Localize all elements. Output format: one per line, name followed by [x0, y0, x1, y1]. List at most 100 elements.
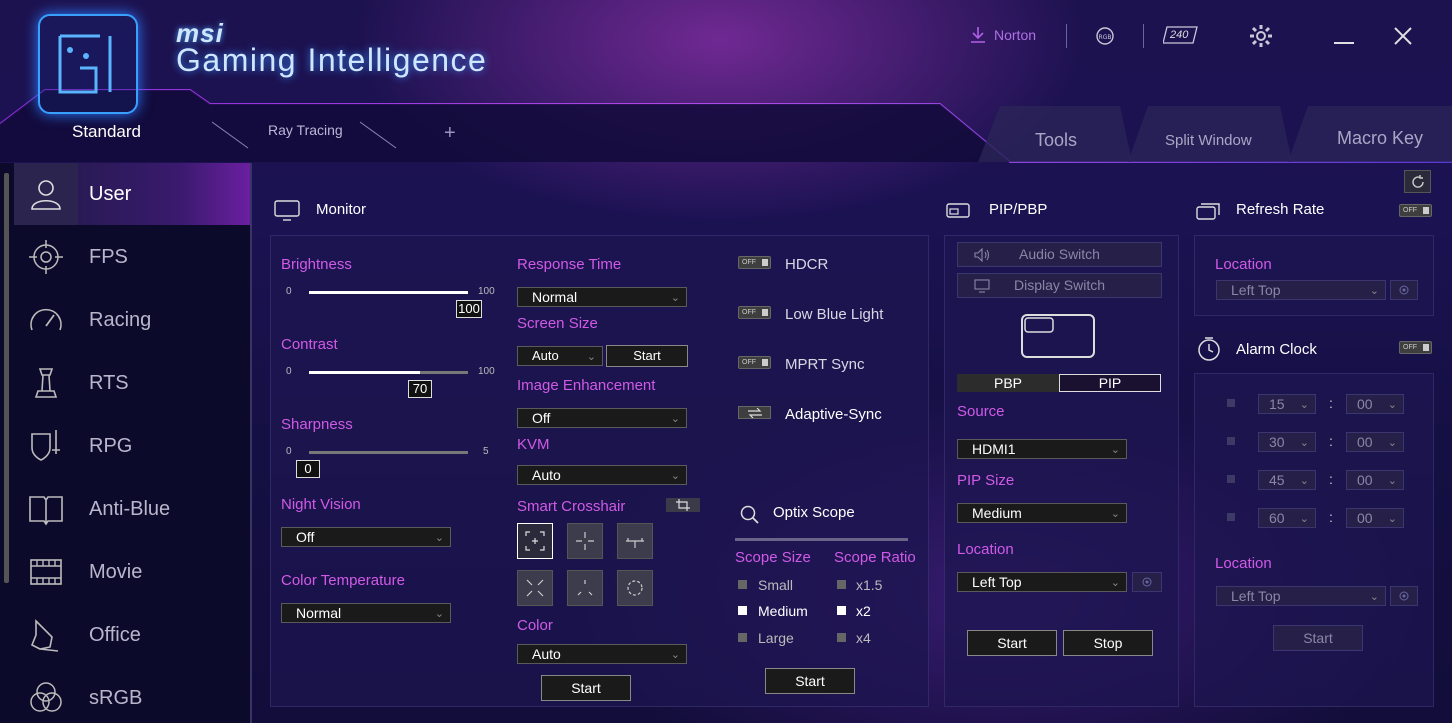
contrast-slider[interactable] [309, 371, 468, 374]
sidebar-item-fps[interactable]: FPS [14, 226, 250, 288]
color-select[interactable]: Auto ⌄ [517, 644, 687, 664]
sidebar-item-movie[interactable]: Movie [14, 541, 250, 603]
screen-size-start-button[interactable]: Start [606, 345, 688, 367]
sidebar-item-office[interactable]: Office [14, 604, 250, 666]
alarm-1-seconds[interactable]: 00 ⌄ [1346, 394, 1404, 414]
refresh-rate-toggle[interactable]: OFF [1399, 204, 1432, 217]
scope-size-small-label: Small [758, 577, 794, 593]
night-vision-select[interactable]: Off ⌄ [281, 527, 451, 547]
scope-size-medium-radio[interactable] [738, 606, 747, 615]
sidebar-item-rpg[interactable]: RPG [14, 415, 250, 477]
low-blue-light-toggle[interactable]: OFF [738, 306, 771, 319]
close-button[interactable] [1393, 26, 1413, 51]
refresh-location-select[interactable]: Left Top ⌄ [1216, 280, 1386, 300]
crosshair-option-3[interactable] [617, 523, 653, 559]
rgb-button[interactable]: RGB [1095, 26, 1115, 51]
divider [1066, 24, 1067, 48]
alarm-3-checkbox[interactable] [1227, 475, 1235, 483]
alarm-2-seconds[interactable]: 00 ⌄ [1346, 432, 1404, 452]
mprt-sync-toggle[interactable]: OFF [738, 356, 771, 369]
refresh-rate-title: Refresh Rate [1236, 201, 1325, 218]
settings-button[interactable] [1249, 24, 1273, 53]
image-enhancement-select[interactable]: Off ⌄ [517, 408, 687, 428]
add-tab-button[interactable]: + [444, 122, 456, 145]
crosshair-option-6[interactable] [617, 570, 653, 606]
crosshair-option-2[interactable] [567, 523, 603, 559]
sidebar-item-anti-blue[interactable]: Anti-Blue [14, 478, 250, 540]
alarm-clock-icon [1197, 336, 1221, 367]
adaptive-sync-toggle[interactable] [738, 406, 771, 419]
contrast-label: Contrast [281, 336, 338, 353]
alarm-4-minutes[interactable]: 60 ⌄ [1258, 508, 1316, 528]
tab-tools[interactable]: Tools [1035, 130, 1077, 151]
smart-crosshair-toggle[interactable] [666, 498, 700, 512]
alarm-location-target-button[interactable] [1390, 586, 1418, 606]
screen-size-select[interactable]: Auto ⌄ [517, 346, 603, 366]
alarm-3-seconds[interactable]: 00 ⌄ [1346, 470, 1404, 490]
source-select[interactable]: HDMI1 ⌄ [957, 439, 1127, 459]
kvm-select[interactable]: Auto ⌄ [517, 465, 687, 485]
minimize-button[interactable] [1334, 42, 1354, 44]
norton-button[interactable]: Norton [968, 25, 1036, 45]
tab-split-window[interactable]: Split Window [1165, 132, 1252, 149]
pip-button[interactable]: PIP [1059, 374, 1161, 392]
alarm-start-button[interactable]: Start [1273, 625, 1363, 651]
refresh-240hz-button[interactable]: 240 [1162, 25, 1203, 47]
smart-crosshair-label: Smart Crosshair [517, 498, 626, 515]
screen-size-label: Screen Size [517, 315, 598, 332]
hdcr-toggle[interactable]: OFF [738, 256, 771, 269]
crosshair-option-1[interactable] [517, 523, 553, 559]
scope-ratio-x1-5-radio[interactable] [837, 580, 846, 589]
tab-standard[interactable]: Standard [72, 122, 141, 142]
sharpness-slider[interactable] [309, 451, 468, 454]
scope-size-large-radio[interactable] [738, 633, 747, 642]
reset-button[interactable] [1404, 170, 1431, 193]
optix-start-button[interactable]: Start [765, 668, 855, 694]
sidebar-scrollbar[interactable] [4, 173, 9, 583]
contrast-value[interactable]: 70 [408, 380, 432, 398]
alarm-1-checkbox[interactable] [1227, 399, 1235, 407]
night-vision-value: Off [296, 529, 315, 545]
refresh-location-target-button[interactable] [1390, 280, 1418, 300]
brightness-slider[interactable] [309, 291, 468, 294]
sidebar-item-user[interactable]: User [14, 163, 250, 225]
pip-start-button[interactable]: Start [967, 630, 1057, 656]
pip-size-select[interactable]: Medium ⌄ [957, 503, 1127, 523]
display-switch-button[interactable]: Display Switch [957, 273, 1162, 298]
tab-ray-tracing[interactable]: Ray Tracing [268, 122, 343, 138]
alarm-4-seconds[interactable]: 00 ⌄ [1346, 508, 1404, 528]
sidebar-item-rts[interactable]: RTS [14, 352, 250, 414]
pip-stop-button[interactable]: Stop [1063, 630, 1153, 656]
alarm-2-checkbox[interactable] [1227, 437, 1235, 445]
refresh-rate-panel [1194, 235, 1434, 316]
crosshair-option-4[interactable] [517, 570, 553, 606]
sharpness-value[interactable]: 0 [296, 460, 320, 478]
pbp-button[interactable]: PBP [957, 374, 1059, 392]
sidebar-item-label: RPG [89, 434, 133, 457]
alarm-2-minutes[interactable]: 30 ⌄ [1258, 432, 1316, 452]
alarm-clock-toggle[interactable]: OFF [1399, 341, 1432, 354]
scope-size-small-radio[interactable] [738, 580, 747, 589]
color-start-button[interactable]: Start [541, 675, 631, 701]
audio-switch-button[interactable]: Audio Switch [957, 242, 1162, 267]
alarm-3-minutes[interactable]: 45 ⌄ [1258, 470, 1316, 490]
pip-location-target-button[interactable] [1132, 572, 1162, 592]
display-switch-label: Display Switch [1013, 277, 1106, 293]
scope-ratio-x4-radio[interactable] [837, 633, 846, 642]
scope-ratio-x2-radio[interactable] [837, 606, 846, 615]
alarm-1-minutes[interactable]: 15 ⌄ [1258, 394, 1316, 414]
scope-ratio-x1-5-label: x1.5 [856, 577, 883, 593]
brightness-value[interactable]: 100 [456, 300, 482, 318]
alarm-location-select[interactable]: Left Top ⌄ [1216, 586, 1386, 606]
adaptive-sync-label: Adaptive-Sync [785, 406, 882, 423]
toggle-knob [762, 359, 768, 366]
pip-location-select[interactable]: Left Top ⌄ [957, 572, 1127, 592]
magnifier-icon [740, 505, 760, 530]
color-temperature-select[interactable]: Normal ⌄ [281, 603, 451, 623]
tab-macro-key[interactable]: Macro Key [1337, 128, 1423, 149]
alarm-4-checkbox[interactable] [1227, 513, 1235, 521]
response-time-select[interactable]: Normal ⌄ [517, 287, 687, 307]
sidebar-item-racing[interactable]: Racing [14, 289, 250, 351]
sidebar-item-srgb[interactable]: sRGB [14, 667, 250, 723]
crosshair-option-5[interactable] [567, 570, 603, 606]
